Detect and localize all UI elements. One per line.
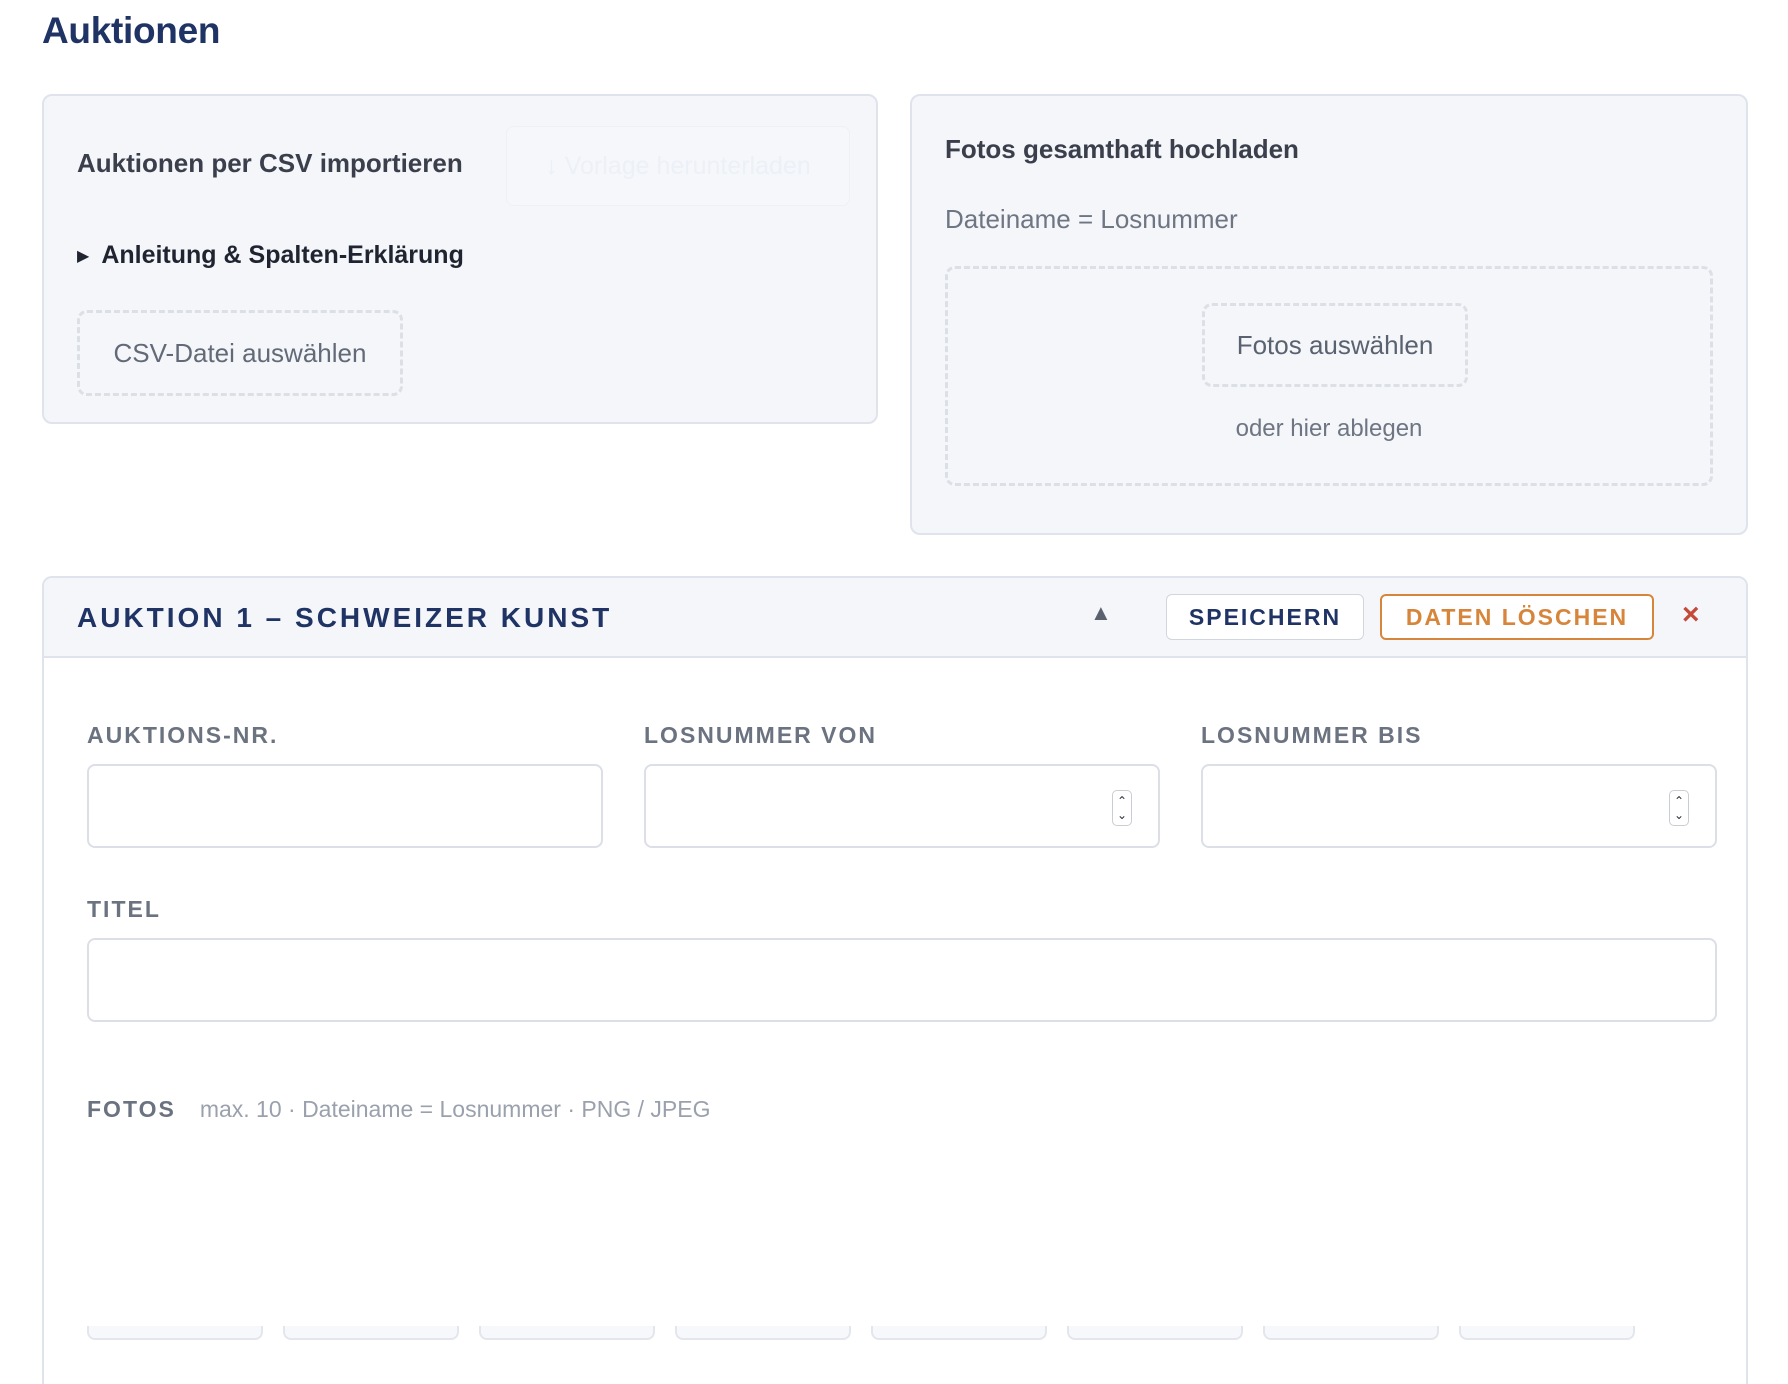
photo-upload-title: Fotos gesamthaft hochladen — [945, 134, 1299, 164]
lot-to-input[interactable]: ⌃ ⌄ — [1201, 764, 1717, 848]
delete-data-button[interactable]: DATEN LÖSCHEN — [1380, 594, 1654, 640]
csv-import-title: Auktionen per CSV importieren — [77, 148, 463, 178]
title-label: TITEL — [87, 896, 161, 922]
lot-to-label: LOSNUMMER BIS — [1201, 722, 1423, 748]
chevron-up-icon[interactable]: ▲ — [1090, 600, 1112, 626]
photos-label: FOTOS — [87, 1096, 176, 1122]
auction-title: AUKTION 1 – SCHWEIZER KUNST — [77, 602, 613, 633]
instructions-toggle-label: Anleitung & Spalten-Erklärung — [101, 241, 464, 269]
instructions-toggle[interactable]: ▶ Anleitung & Spalten-Erklärung — [77, 241, 464, 270]
lot-from-input[interactable]: ⌃ ⌄ — [644, 764, 1160, 848]
photo-upload-hint: Dateiname = Losnummer — [945, 204, 1238, 234]
photo-slot[interactable] — [87, 1326, 263, 1340]
photo-slot[interactable] — [675, 1326, 851, 1340]
photo-slot[interactable] — [283, 1326, 459, 1340]
auction-header: AUKTION 1 – SCHWEIZER KUNST ▲ SPEICHERN … — [44, 578, 1746, 658]
photo-drop-zone[interactable]: Fotos auswählen oder hier ablegen — [945, 266, 1713, 486]
photo-slot[interactable] — [479, 1326, 655, 1340]
photos-header: FOTOS max. 10 · Dateiname = Losnummer · … — [87, 1096, 710, 1123]
download-template-button[interactable]: ↓ Vorlage herunterladen — [506, 126, 850, 206]
auction-card: AUKTION 1 – SCHWEIZER KUNST ▲ SPEICHERN … — [42, 576, 1748, 1384]
photo-slots — [87, 1326, 1635, 1340]
page-title: Auktionen — [42, 10, 221, 51]
number-spinner-icon[interactable]: ⌃ ⌄ — [1669, 790, 1689, 826]
photo-slot[interactable] — [1067, 1326, 1243, 1340]
bulk-photo-upload-panel: Fotos gesamthaft hochladen Dateiname = L… — [910, 94, 1748, 535]
photos-hint: max. 10 · Dateiname = Losnummer · PNG / … — [199, 1096, 711, 1122]
close-icon[interactable]: × — [1682, 598, 1700, 632]
drop-zone-text: oder hier ablegen — [1235, 415, 1423, 442]
csv-import-panel: Auktionen per CSV importieren ↓ Vorlage … — [42, 94, 878, 424]
title-input[interactable] — [87, 938, 1717, 1022]
number-spinner-icon[interactable]: ⌃ ⌄ — [1112, 790, 1132, 826]
auction-no-input[interactable] — [87, 764, 603, 848]
triangle-right-icon: ▶ — [77, 247, 90, 265]
auction-no-label: AUKTIONS-NR. — [87, 722, 279, 748]
choose-csv-button[interactable]: CSV-Datei auswählen — [77, 310, 403, 396]
choose-photos-button[interactable]: Fotos auswählen — [1202, 303, 1468, 387]
save-button[interactable]: SPEICHERN — [1166, 594, 1364, 640]
photo-slot[interactable] — [871, 1326, 1047, 1340]
photo-slot[interactable] — [1263, 1326, 1439, 1340]
photo-slot[interactable] — [1459, 1326, 1635, 1340]
lot-from-label: LOSNUMMER VON — [644, 722, 877, 748]
